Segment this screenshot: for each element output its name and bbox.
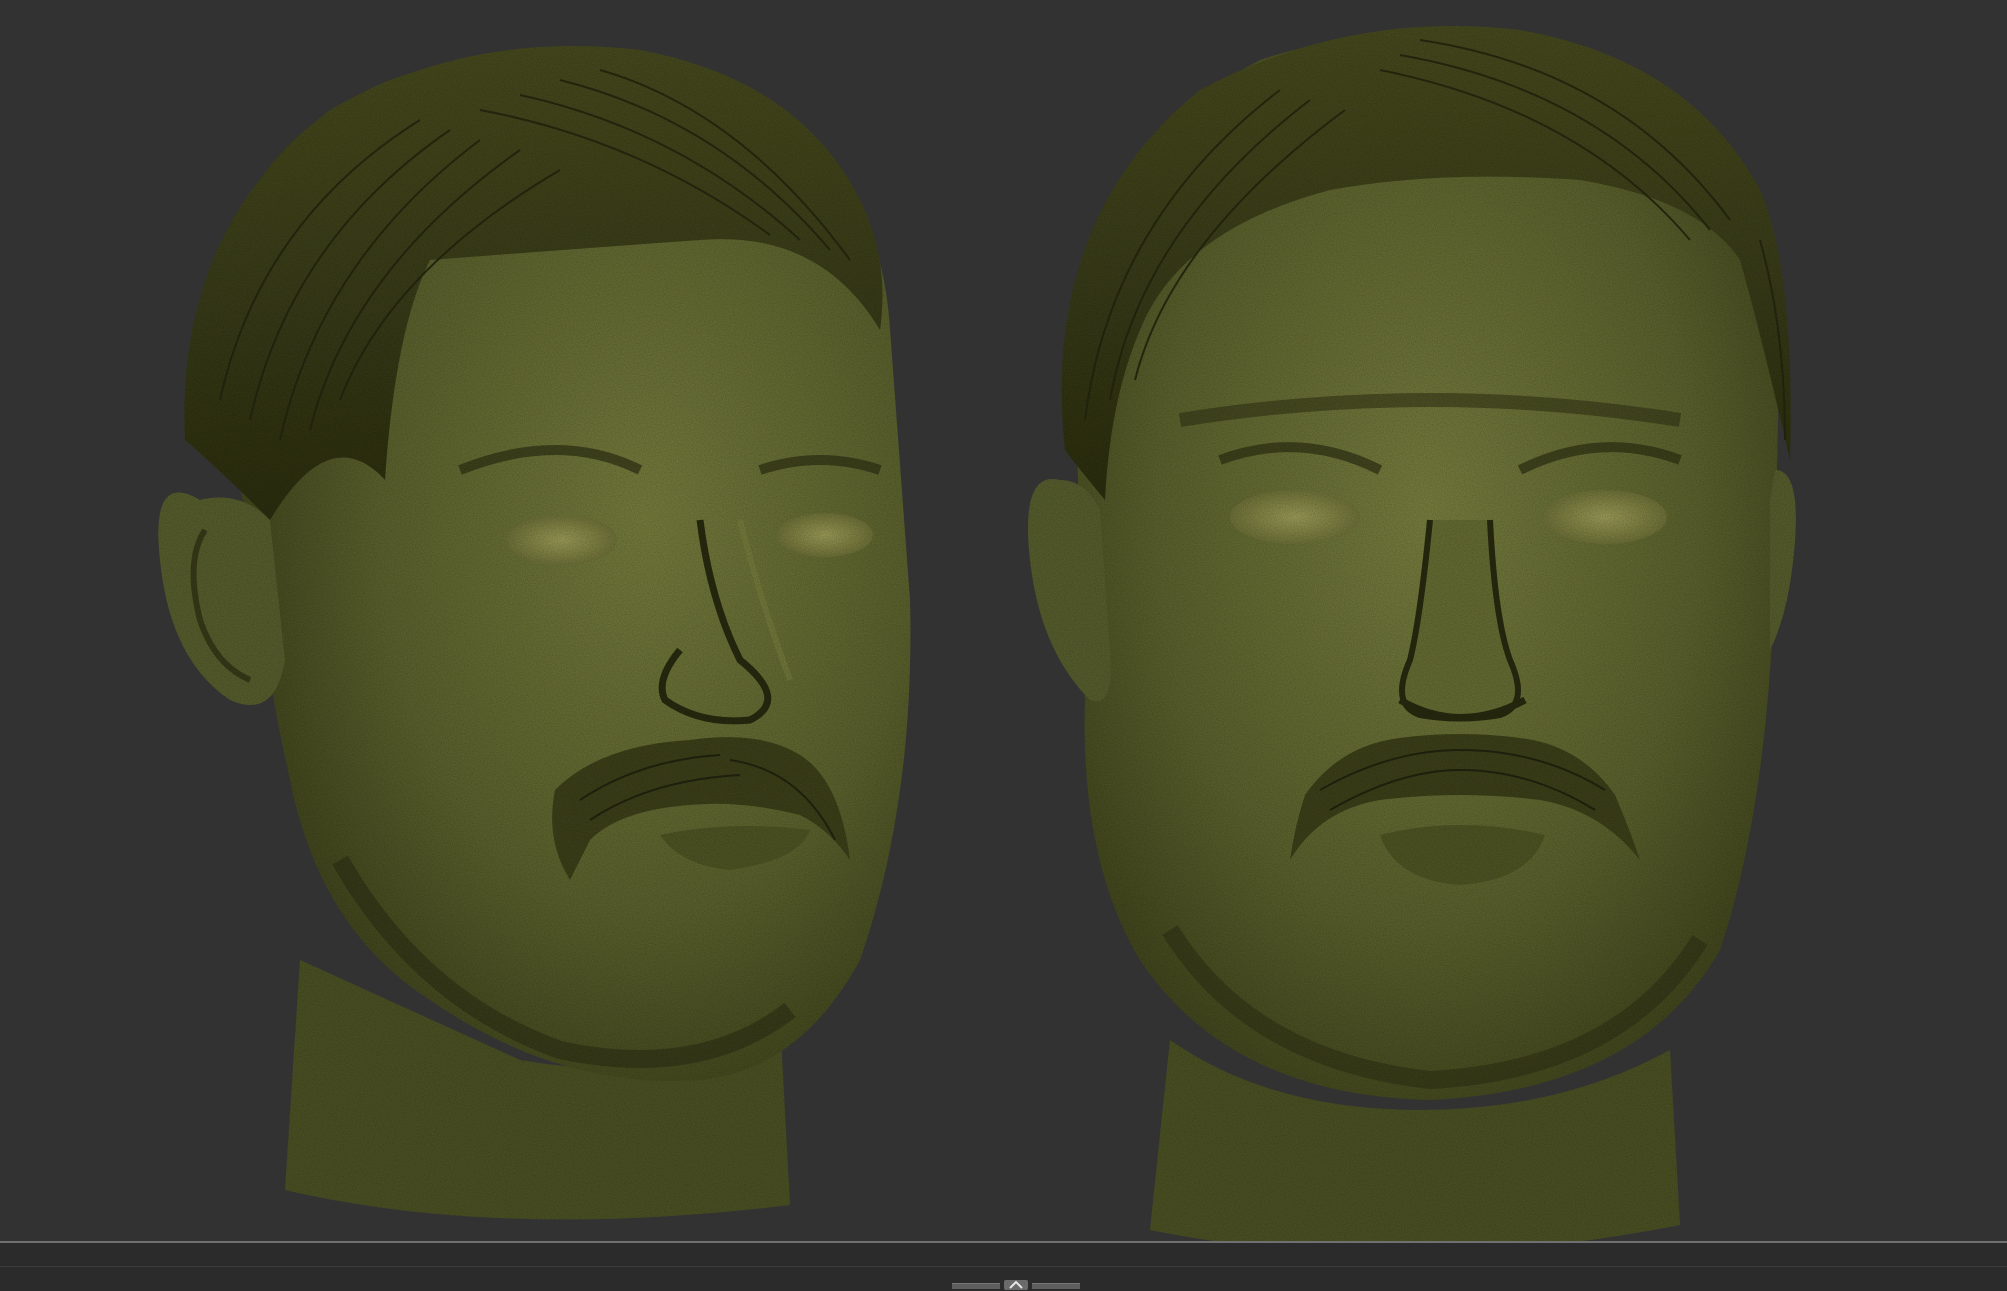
tray-handle-left[interactable] <box>952 1283 1000 1289</box>
bottom-tray <box>0 1243 2007 1291</box>
viewport-svg <box>158 26 1796 1241</box>
chevron-up-icon[interactable] <box>1004 1280 1028 1290</box>
right-eye <box>777 513 873 557</box>
viewport-canvas[interactable] <box>0 0 2007 1241</box>
left-eye <box>507 515 617 565</box>
tray-separator <box>0 1266 2007 1267</box>
left-eye <box>1230 490 1360 544</box>
tray-toggle-handle[interactable] <box>952 1280 1080 1290</box>
right-eye <box>1543 490 1667 544</box>
tray-handle-right[interactable] <box>1032 1283 1080 1289</box>
head-sculpt-three-quarter-view[interactable] <box>158 46 911 1220</box>
head-sculpt-front-view[interactable] <box>1028 26 1796 1241</box>
